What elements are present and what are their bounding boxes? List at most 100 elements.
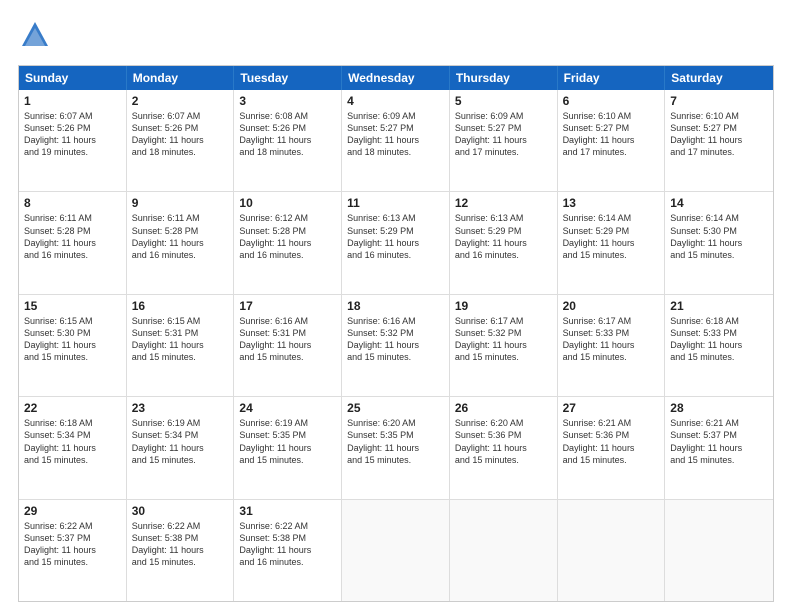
calendar-cell — [450, 500, 558, 601]
calendar-cell: 28 Sunrise: 6:21 AMSunset: 5:37 PMDayligh… — [665, 397, 773, 498]
cell-info: Sunrise: 6:15 AMSunset: 5:31 PMDaylight:… — [132, 315, 229, 364]
cell-info: Sunrise: 6:18 AMSunset: 5:34 PMDaylight:… — [24, 417, 121, 466]
day-number: 11 — [347, 196, 444, 210]
calendar-row: 1 Sunrise: 6:07 AMSunset: 5:26 PMDaylight… — [19, 90, 773, 192]
calendar-cell: 25 Sunrise: 6:20 AMSunset: 5:35 PMDayligh… — [342, 397, 450, 498]
cell-info: Sunrise: 6:11 AMSunset: 5:28 PMDaylight:… — [132, 212, 229, 261]
day-number: 20 — [563, 299, 660, 313]
calendar-cell: 16Sunrise: 6:15 AMSunset: 5:31 PMDayligh… — [127, 295, 235, 396]
calendar-cell: 4 Sunrise: 6:09 AMSunset: 5:27 PMDaylight… — [342, 90, 450, 191]
day-number: 1 — [24, 94, 121, 108]
cell-info: Sunrise: 6:11 AMSunset: 5:28 PMDaylight:… — [24, 212, 121, 261]
calendar-cell: 5 Sunrise: 6:09 AMSunset: 5:27 PMDaylight… — [450, 90, 558, 191]
day-number: 22 — [24, 401, 121, 415]
header-day: Sunday — [19, 66, 127, 90]
day-number: 9 — [132, 196, 229, 210]
calendar-cell: 18 Sunrise: 6:16 AMSunset: 5:32 PMDayligh… — [342, 295, 450, 396]
calendar-cell: 27Sunrise: 6:21 AMSunset: 5:36 PMDayligh… — [558, 397, 666, 498]
cell-info: Sunrise: 6:16 AMSunset: 5:32 PMDaylight:… — [347, 315, 444, 364]
day-number: 4 — [347, 94, 444, 108]
page: SundayMondayTuesdayWednesdayThursdayFrid… — [0, 0, 792, 612]
cell-info: Sunrise: 6:18 AMSunset: 5:33 PMDaylight:… — [670, 315, 768, 364]
cell-info: Sunrise: 6:17 AMSunset: 5:32 PMDaylight:… — [455, 315, 552, 364]
calendar-cell — [342, 500, 450, 601]
calendar-cell: 2Sunrise: 6:07 AMSunset: 5:26 PMDaylight… — [127, 90, 235, 191]
calendar-cell: 13 Sunrise: 6:14 AMSunset: 5:29 PMDayligh… — [558, 192, 666, 293]
calendar-cell: 31 Sunrise: 6:22 AMSunset: 5:38 PMDayligh… — [234, 500, 342, 601]
cell-info: Sunrise: 6:07 AMSunset: 5:26 PMDaylight:… — [132, 110, 229, 159]
cell-info: Sunrise: 6:20 AMSunset: 5:36 PMDaylight:… — [455, 417, 552, 466]
day-number: 25 — [347, 401, 444, 415]
calendar-cell: 22 Sunrise: 6:18 AMSunset: 5:34 PMDayligh… — [19, 397, 127, 498]
logo — [18, 18, 56, 57]
calendar-cell: 14 Sunrise: 6:14 AMSunset: 5:30 PMDayligh… — [665, 192, 773, 293]
header-day: Friday — [558, 66, 666, 90]
calendar-cell: 9 Sunrise: 6:11 AMSunset: 5:28 PMDaylight… — [127, 192, 235, 293]
header-day: Wednesday — [342, 66, 450, 90]
calendar-cell — [558, 500, 666, 601]
day-number: 27 — [563, 401, 660, 415]
day-number: 3 — [239, 94, 336, 108]
day-number: 18 — [347, 299, 444, 313]
calendar-cell: 23Sunrise: 6:19 AMSunset: 5:34 PMDayligh… — [127, 397, 235, 498]
calendar-cell: 20 Sunrise: 6:17 AMSunset: 5:33 PMDayligh… — [558, 295, 666, 396]
header-day: Saturday — [665, 66, 773, 90]
day-number: 10 — [239, 196, 336, 210]
calendar-cell: 30 Sunrise: 6:22 AMSunset: 5:38 PMDayligh… — [127, 500, 235, 601]
cell-info: Sunrise: 6:15 AMSunset: 5:30 PMDaylight:… — [24, 315, 121, 364]
day-number: 28 — [670, 401, 768, 415]
calendar-cell: 29 Sunrise: 6:22 AMSunset: 5:37 PMDayligh… — [19, 500, 127, 601]
day-number: 26 — [455, 401, 552, 415]
calendar-row: 8 Sunrise: 6:11 AMSunset: 5:28 PMDaylight… — [19, 192, 773, 294]
cell-info: Sunrise: 6:09 AMSunset: 5:27 PMDaylight:… — [455, 110, 552, 159]
day-number: 12 — [455, 196, 552, 210]
calendar-cell: 26 Sunrise: 6:20 AMSunset: 5:36 PMDayligh… — [450, 397, 558, 498]
calendar-cell: 17 Sunrise: 6:16 AMSunset: 5:31 PMDayligh… — [234, 295, 342, 396]
calendar-cell: 19 Sunrise: 6:17 AMSunset: 5:32 PMDayligh… — [450, 295, 558, 396]
header — [18, 18, 774, 57]
calendar-row: 29 Sunrise: 6:22 AMSunset: 5:37 PMDayligh… — [19, 500, 773, 601]
header-day: Tuesday — [234, 66, 342, 90]
calendar-cell: 8 Sunrise: 6:11 AMSunset: 5:28 PMDaylight… — [19, 192, 127, 293]
cell-info: Sunrise: 6:09 AMSunset: 5:27 PMDaylight:… — [347, 110, 444, 159]
cell-info: Sunrise: 6:22 AMSunset: 5:38 PMDaylight:… — [132, 520, 229, 569]
cell-info: Sunrise: 6:22 AMSunset: 5:38 PMDaylight:… — [239, 520, 336, 569]
cell-info: Sunrise: 6:07 AMSunset: 5:26 PMDaylight:… — [24, 110, 121, 159]
day-number: 13 — [563, 196, 660, 210]
calendar-cell: 12Sunrise: 6:13 AMSunset: 5:29 PMDayligh… — [450, 192, 558, 293]
cell-info: Sunrise: 6:12 AMSunset: 5:28 PMDaylight:… — [239, 212, 336, 261]
cell-info: Sunrise: 6:10 AMSunset: 5:27 PMDaylight:… — [563, 110, 660, 159]
calendar-cell: 6 Sunrise: 6:10 AMSunset: 5:27 PMDaylight… — [558, 90, 666, 191]
calendar-row: 22 Sunrise: 6:18 AMSunset: 5:34 PMDayligh… — [19, 397, 773, 499]
logo-icon — [18, 18, 52, 52]
day-number: 8 — [24, 196, 121, 210]
day-number: 5 — [455, 94, 552, 108]
day-number: 6 — [563, 94, 660, 108]
cell-info: Sunrise: 6:20 AMSunset: 5:35 PMDaylight:… — [347, 417, 444, 466]
calendar-cell: 21 Sunrise: 6:18 AMSunset: 5:33 PMDayligh… — [665, 295, 773, 396]
cell-info: Sunrise: 6:21 AMSunset: 5:37 PMDaylight:… — [670, 417, 768, 466]
day-number: 15 — [24, 299, 121, 313]
day-number: 14 — [670, 196, 768, 210]
cell-info: Sunrise: 6:16 AMSunset: 5:31 PMDaylight:… — [239, 315, 336, 364]
header-day: Monday — [127, 66, 235, 90]
cell-info: Sunrise: 6:19 AMSunset: 5:34 PMDaylight:… — [132, 417, 229, 466]
day-number: 21 — [670, 299, 768, 313]
cell-info: Sunrise: 6:14 AMSunset: 5:30 PMDaylight:… — [670, 212, 768, 261]
cell-info: Sunrise: 6:22 AMSunset: 5:37 PMDaylight:… — [24, 520, 121, 569]
calendar-cell: 1 Sunrise: 6:07 AMSunset: 5:26 PMDaylight… — [19, 90, 127, 191]
cell-info: Sunrise: 6:19 AMSunset: 5:35 PMDaylight:… — [239, 417, 336, 466]
day-number: 7 — [670, 94, 768, 108]
calendar-header: SundayMondayTuesdayWednesdayThursdayFrid… — [19, 66, 773, 90]
calendar-cell: 7Sunrise: 6:10 AMSunset: 5:27 PMDaylight… — [665, 90, 773, 191]
day-number: 29 — [24, 504, 121, 518]
day-number: 31 — [239, 504, 336, 518]
cell-info: Sunrise: 6:14 AMSunset: 5:29 PMDaylight:… — [563, 212, 660, 261]
cell-info: Sunrise: 6:17 AMSunset: 5:33 PMDaylight:… — [563, 315, 660, 364]
day-number: 19 — [455, 299, 552, 313]
day-number: 24 — [239, 401, 336, 415]
day-number: 17 — [239, 299, 336, 313]
header-day: Thursday — [450, 66, 558, 90]
calendar-cell: 11Sunrise: 6:13 AMSunset: 5:29 PMDayligh… — [342, 192, 450, 293]
day-number: 30 — [132, 504, 229, 518]
